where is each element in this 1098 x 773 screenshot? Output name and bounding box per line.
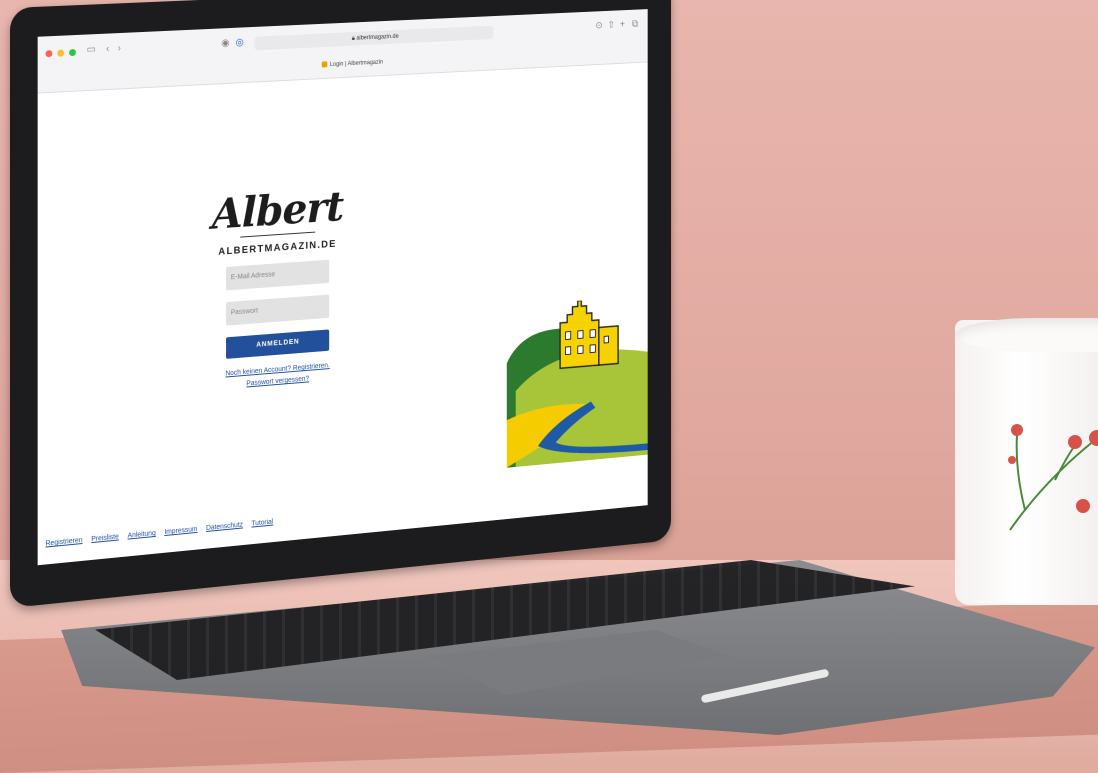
laptop-lid: ▭ ‹ › ◉ ◎ 🔒︎ albertmagazin.de ⊙ ⇧ + ⧉ Lo… [10,0,672,608]
footer-link-impressum[interactable]: Impressum [164,526,197,536]
login-form: Albert ALBERTMAGAZIN.DE E-Mail Adresse P… [211,182,344,393]
footer-link-tutorial[interactable]: Tutorial [251,519,273,528]
window-controls [45,48,76,58]
back-arrow-icon[interactable]: ‹ [106,42,109,56]
footer-link-preisliste[interactable]: Preisliste [91,534,119,544]
site-name: ALBERTMAGAZIN.DE [218,238,337,258]
berry-branch-decoration [1008,424,1098,531]
email-field[interactable]: E-Mail Adresse [226,259,330,291]
minimize-window-button[interactable] [57,49,65,57]
castle-icon [560,298,618,369]
castle-landscape-illustration [506,296,648,468]
close-window-button[interactable] [45,50,53,58]
login-page: Albert ALBERTMAGAZIN.DE E-Mail Adresse P… [38,62,648,566]
password-field[interactable]: Passwort [226,294,330,326]
footer-link-registrieren[interactable]: Registrieren [46,537,83,548]
password-manager-icon[interactable]: ◎ [236,36,244,50]
coffee-mug [955,320,1098,605]
login-button[interactable]: ANMELDEN [226,329,330,359]
new-tab-icon[interactable]: + [620,19,625,32]
albert-logo: Albert [211,182,344,239]
shield-icon[interactable]: ◉ [221,37,229,51]
laptop-screen: ▭ ‹ › ◉ ◎ 🔒︎ albertmagazin.de ⊙ ⇧ + ⧉ Lo… [37,9,648,566]
tabs-icon[interactable]: ⧉ [632,18,638,31]
sidebar-icon[interactable]: ▭ [87,43,96,57]
footer-links: Registrieren Preisliste Anleitung Impres… [46,519,274,548]
photo-scene: ▭ ‹ › ◉ ◎ 🔒︎ albertmagazin.de ⊙ ⇧ + ⧉ Lo… [0,0,1098,773]
footer-link-anleitung[interactable]: Anleitung [128,530,156,540]
url-text: albertmagazin.de [356,33,399,42]
share-icon[interactable]: ⇧ [608,19,615,32]
fullscreen-window-button[interactable] [69,48,76,57]
address-bar[interactable]: 🔒︎ albertmagazin.de [254,25,494,51]
footer-link-datenschutz[interactable]: Datenschutz [206,522,243,532]
forward-arrow-icon[interactable]: › [118,42,121,56]
download-icon[interactable]: ⊙ [595,20,602,34]
tab-title: Login | Albertmagazin [329,59,383,69]
favicon-icon [321,61,328,68]
